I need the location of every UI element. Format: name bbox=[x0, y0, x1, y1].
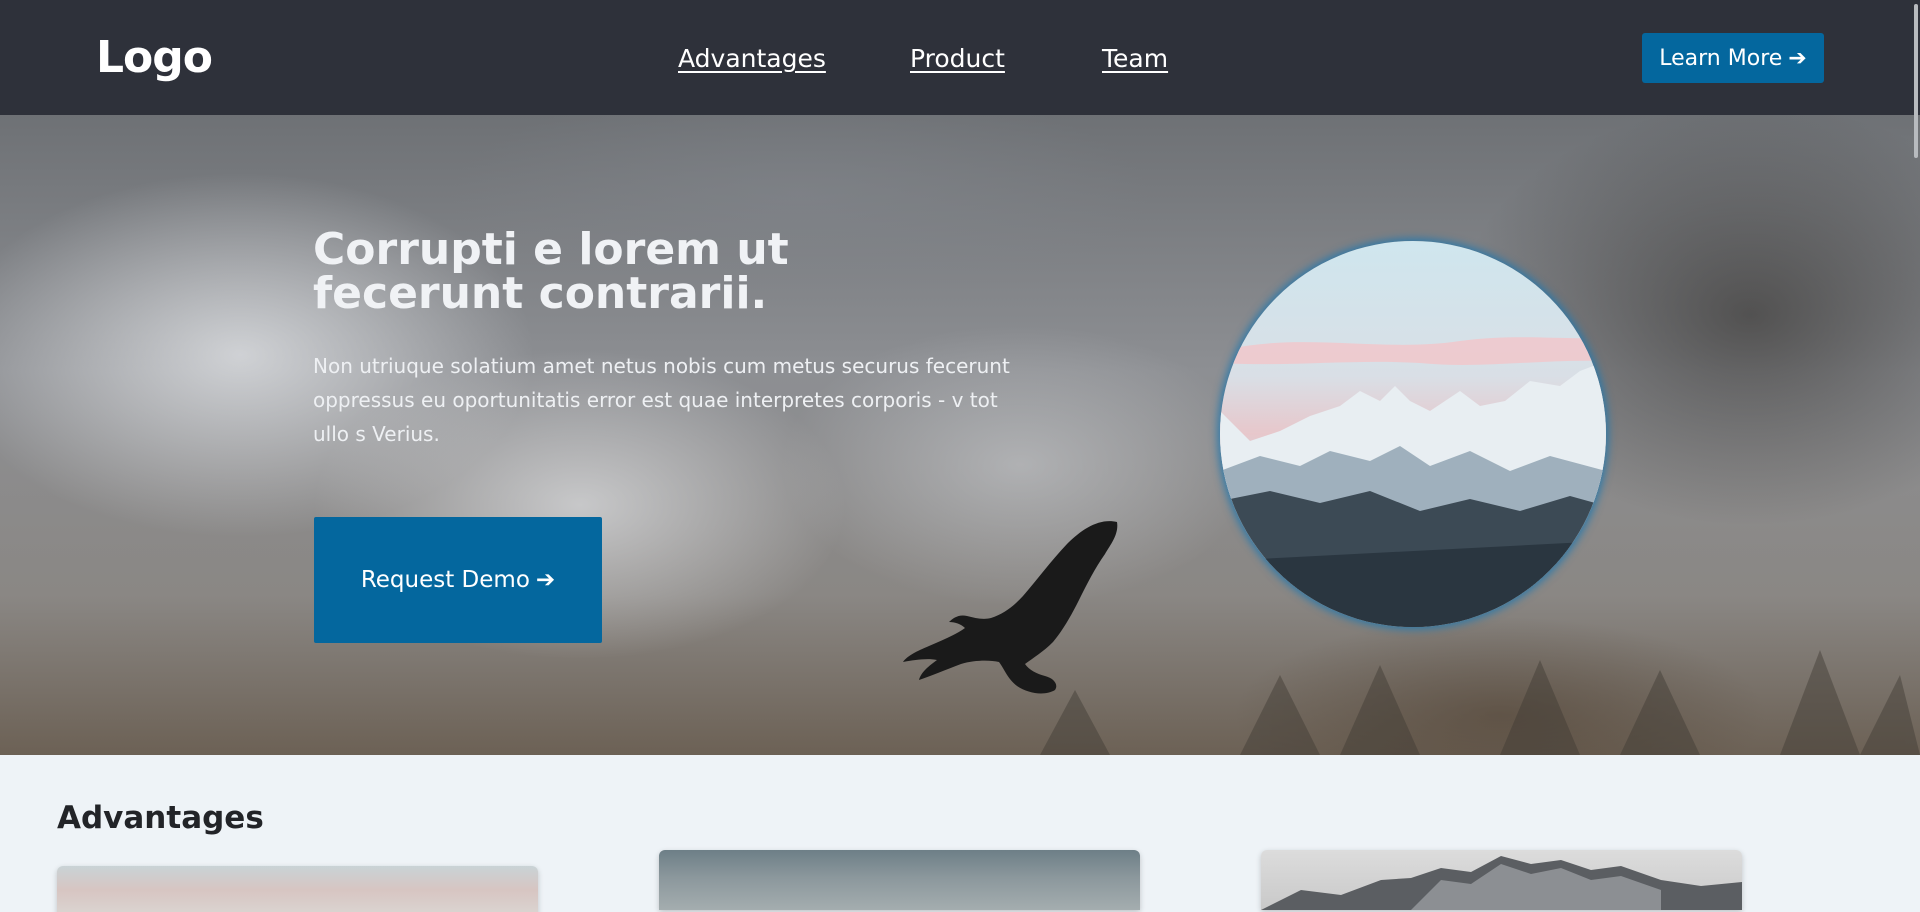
hero-section: Corrupti e lorem ut fecerunt contrarii. … bbox=[0, 115, 1920, 755]
learn-more-button[interactable]: Learn More ➔ bbox=[1642, 33, 1824, 83]
arrow-right-icon: ➔ bbox=[535, 567, 556, 593]
hero-title: Corrupti e lorem ut fecerunt contrarii. bbox=[313, 224, 789, 319]
eagle-silhouette-icon bbox=[903, 521, 1118, 694]
arrow-right-icon: ➔ bbox=[1788, 45, 1807, 71]
advantage-card[interactable] bbox=[57, 866, 538, 912]
nav-link-advantages[interactable]: Advantages bbox=[678, 44, 826, 73]
learn-more-label: Learn More bbox=[1659, 45, 1783, 71]
mountain-ridge-image bbox=[1261, 856, 1742, 910]
logo[interactable]: Logo bbox=[96, 32, 213, 83]
advantages-heading: Advantages bbox=[57, 800, 264, 836]
advantage-card[interactable] bbox=[1261, 850, 1742, 910]
advantage-card[interactable] bbox=[659, 850, 1140, 910]
request-demo-label: Request Demo bbox=[360, 567, 530, 593]
site-header: Logo Advantages Product Team Learn More … bbox=[0, 0, 1920, 115]
nav-link-product[interactable]: Product bbox=[910, 44, 1005, 73]
request-demo-button[interactable]: Request Demo ➔ bbox=[314, 517, 602, 643]
hero-description: Non utriuque solatium amet netus nobis c… bbox=[313, 354, 1010, 446]
nav-link-team[interactable]: Team bbox=[1102, 44, 1168, 73]
scrollbar-thumb[interactable] bbox=[1914, 4, 1918, 158]
mountain-circle-image bbox=[1220, 241, 1606, 627]
